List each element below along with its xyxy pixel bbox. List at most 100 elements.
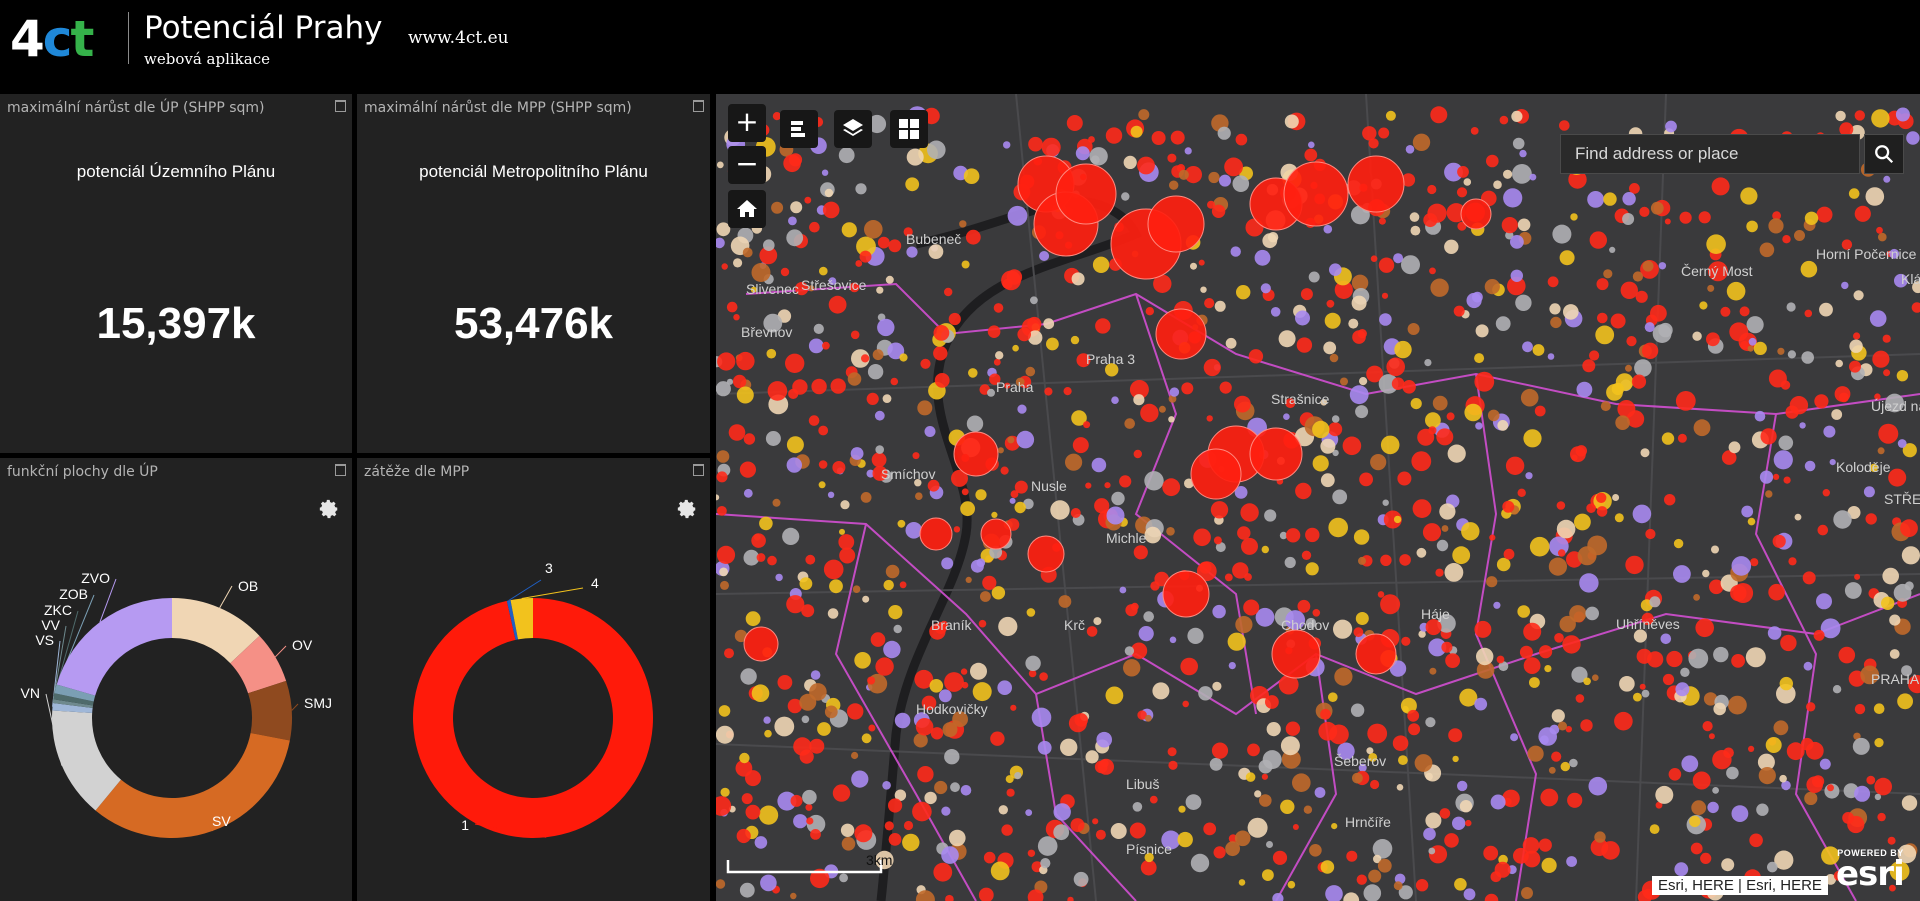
map-point[interactable] — [1105, 127, 1123, 144]
map-point[interactable] — [1145, 307, 1154, 316]
map-point[interactable] — [1424, 359, 1432, 367]
map-point[interactable] — [786, 436, 804, 454]
map-point[interactable] — [1094, 498, 1110, 514]
map-point[interactable] — [1622, 192, 1636, 206]
map-point[interactable] — [1248, 349, 1264, 364]
map-point[interactable] — [1382, 499, 1389, 506]
map-point[interactable] — [899, 581, 907, 589]
map-point[interactable] — [847, 703, 864, 720]
map-point[interactable] — [1132, 802, 1143, 812]
map-point[interactable] — [1262, 750, 1282, 770]
map-point[interactable] — [1320, 860, 1335, 874]
map-point[interactable] — [1849, 360, 1861, 373]
map-point[interactable] — [1707, 801, 1719, 814]
map-point[interactable] — [841, 222, 857, 238]
map-point[interactable] — [860, 492, 872, 503]
map-point[interactable] — [1614, 711, 1633, 731]
map-point[interactable] — [1398, 755, 1408, 765]
map-point[interactable] — [1124, 418, 1135, 429]
map-point[interactable] — [1408, 723, 1421, 736]
map-point[interactable] — [1475, 422, 1483, 430]
map-point[interactable] — [726, 301, 738, 313]
map-point[interactable] — [822, 201, 840, 219]
slice-SV[interactable] — [95, 732, 290, 838]
map-point[interactable] — [1381, 292, 1389, 299]
map-point[interactable] — [1640, 448, 1650, 458]
map-point[interactable] — [1551, 751, 1562, 762]
map-point[interactable] — [959, 220, 967, 228]
map-point[interactable] — [790, 201, 803, 214]
map-point[interactable] — [866, 392, 879, 405]
map-point[interactable] — [1362, 126, 1377, 141]
map-point[interactable] — [1014, 501, 1026, 514]
map-point[interactable] — [874, 410, 885, 421]
map-point-large[interactable] — [1147, 195, 1205, 253]
map-point[interactable] — [987, 325, 1001, 338]
map-point[interactable] — [1111, 491, 1125, 506]
map-point[interactable] — [1017, 404, 1027, 414]
map-point[interactable] — [1619, 676, 1635, 692]
map-point[interactable] — [980, 591, 991, 602]
map-point[interactable] — [1435, 568, 1444, 577]
map-point[interactable] — [883, 579, 894, 591]
map-point[interactable] — [774, 716, 795, 737]
map-point[interactable] — [1741, 505, 1754, 518]
map-point[interactable] — [1575, 694, 1585, 703]
map-point[interactable] — [1510, 235, 1524, 249]
map-point[interactable] — [1162, 478, 1181, 497]
map-point[interactable] — [1235, 616, 1253, 634]
map-point[interactable] — [716, 471, 728, 483]
map-point[interactable] — [1312, 609, 1321, 617]
map-point[interactable] — [1642, 260, 1654, 272]
map-point[interactable] — [1356, 874, 1367, 885]
map-point[interactable] — [1465, 819, 1472, 827]
map-point[interactable] — [810, 670, 821, 680]
map-point[interactable] — [1213, 536, 1222, 545]
map-point[interactable] — [1432, 395, 1448, 411]
map-point[interactable] — [1247, 817, 1268, 838]
map-point-large[interactable] — [953, 431, 999, 477]
map-point-large[interactable] — [980, 518, 1012, 550]
map-point[interactable] — [1410, 225, 1421, 236]
map-point[interactable] — [1888, 468, 1907, 487]
map-point[interactable] — [1312, 420, 1330, 439]
map-point[interactable] — [1425, 717, 1436, 728]
map-point[interactable] — [1016, 430, 1035, 449]
map-point[interactable] — [950, 782, 960, 793]
map-point[interactable] — [1527, 745, 1544, 762]
map-point[interactable] — [1448, 728, 1463, 743]
map-point[interactable] — [1012, 344, 1019, 352]
map-point[interactable] — [824, 188, 834, 198]
map-point[interactable] — [906, 246, 918, 258]
map-point[interactable] — [1151, 131, 1166, 145]
map-point[interactable] — [1309, 844, 1322, 857]
map-point[interactable] — [1767, 626, 1782, 640]
map-point[interactable] — [1681, 755, 1699, 773]
map-point[interactable] — [1075, 146, 1090, 161]
map-point[interactable] — [1614, 513, 1624, 523]
map-point[interactable] — [1551, 709, 1565, 723]
map-point[interactable] — [1852, 737, 1870, 755]
map-point[interactable] — [1574, 513, 1591, 531]
map-point[interactable] — [1636, 648, 1652, 664]
map-point[interactable] — [906, 148, 924, 166]
map-point[interactable] — [1702, 721, 1713, 732]
map-point[interactable] — [1639, 206, 1650, 217]
map-point[interactable] — [1121, 192, 1130, 201]
map-point[interactable] — [1085, 482, 1092, 489]
map-point[interactable] — [1351, 295, 1367, 311]
map-point[interactable] — [1841, 281, 1849, 290]
map-point[interactable] — [998, 616, 1018, 637]
map-point[interactable] — [1580, 719, 1593, 732]
map-point[interactable] — [1842, 812, 1854, 824]
map-point[interactable] — [1547, 276, 1559, 288]
map-point[interactable] — [1119, 586, 1127, 594]
map-point[interactable] — [1096, 731, 1112, 748]
map-point[interactable] — [719, 567, 728, 577]
map-point[interactable] — [1380, 594, 1401, 615]
map-point[interactable] — [1532, 344, 1545, 356]
map-point-large[interactable] — [1249, 427, 1303, 481]
map-point[interactable] — [823, 559, 844, 580]
map-point[interactable] — [1181, 382, 1194, 395]
map-point[interactable] — [786, 457, 802, 473]
